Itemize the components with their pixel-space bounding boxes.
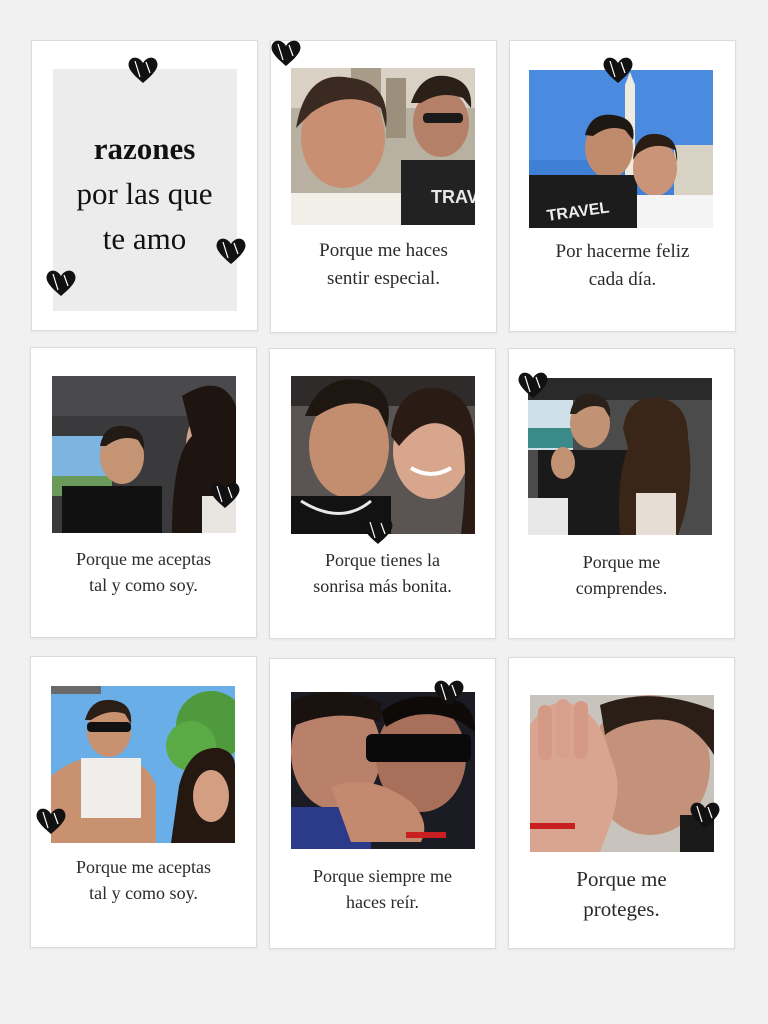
selfie-photo (530, 695, 714, 852)
reason-caption: Porque me haces sentir especial. (271, 237, 496, 292)
svg-text:TRAV: TRAV (431, 187, 475, 207)
selfie-photo (528, 378, 712, 535)
heart-icon (432, 678, 466, 708)
heart-icon (516, 370, 550, 400)
heart-icon (361, 516, 395, 546)
reason-card-4: Porque tienes la sonrisa más bonita. (269, 348, 496, 639)
heart-icon (208, 480, 242, 510)
heart-icon (601, 55, 635, 85)
reason-caption: Porque siempre me haces reír. (270, 863, 495, 915)
title-line-2: por las que (76, 175, 213, 211)
caption-line-1: Por hacerme feliz (555, 241, 690, 262)
caption-line-2: proteges. (583, 897, 660, 922)
caption-line-2: comprendes. (575, 578, 668, 599)
caption-line-2: tal y como soy. (89, 575, 198, 596)
heart-icon (126, 55, 160, 85)
heart-icon (688, 800, 722, 830)
heart-icon (214, 236, 248, 266)
reason-caption: Porque me proteges. (509, 864, 734, 925)
caption-line-1: Porque me aceptas (76, 857, 211, 877)
caption-line-1: Porque tienes la (325, 550, 440, 570)
caption-line-2: sentir especial. (327, 267, 440, 289)
caption-line-2: tal y como soy. (89, 883, 198, 904)
selfie-photo (291, 692, 475, 849)
reason-caption: Porque tienes la sonrisa más bonita. (270, 547, 495, 599)
selfie-photo: TRAV (291, 68, 475, 225)
reason-caption: Porque me aceptas tal y como soy. (31, 854, 256, 906)
reason-card-1: TRAV Porque me haces sentir especial. (270, 40, 497, 333)
selfie-photo (51, 686, 235, 843)
caption-line-2: haces reír. (346, 892, 419, 913)
caption-line-1: Porque me haces (319, 240, 448, 261)
caption-line-1: Porque siempre me (313, 866, 452, 886)
heart-icon (34, 806, 68, 836)
heart-icon (269, 38, 303, 68)
heart-icon (44, 268, 78, 298)
caption-line-2: sonrisa más bonita. (313, 576, 452, 597)
reason-caption: Porque me comprendes. (509, 549, 734, 601)
reason-caption: Porque me aceptas tal y como soy. (31, 546, 256, 598)
caption-line-1: Porque me (582, 552, 661, 572)
reason-card-6: Porque me aceptas tal y como soy. (30, 656, 257, 948)
reason-caption: Por hacerme feliz cada día. (510, 238, 735, 293)
title-line-1: razones (93, 131, 196, 166)
caption-line-1: Porque me aceptas (76, 549, 211, 569)
selfie-photo (291, 376, 475, 534)
caption-line-1: Porque me (576, 867, 667, 891)
selfie-photo: TRAVEL (529, 70, 713, 228)
caption-line-2: cada día. (588, 268, 657, 290)
